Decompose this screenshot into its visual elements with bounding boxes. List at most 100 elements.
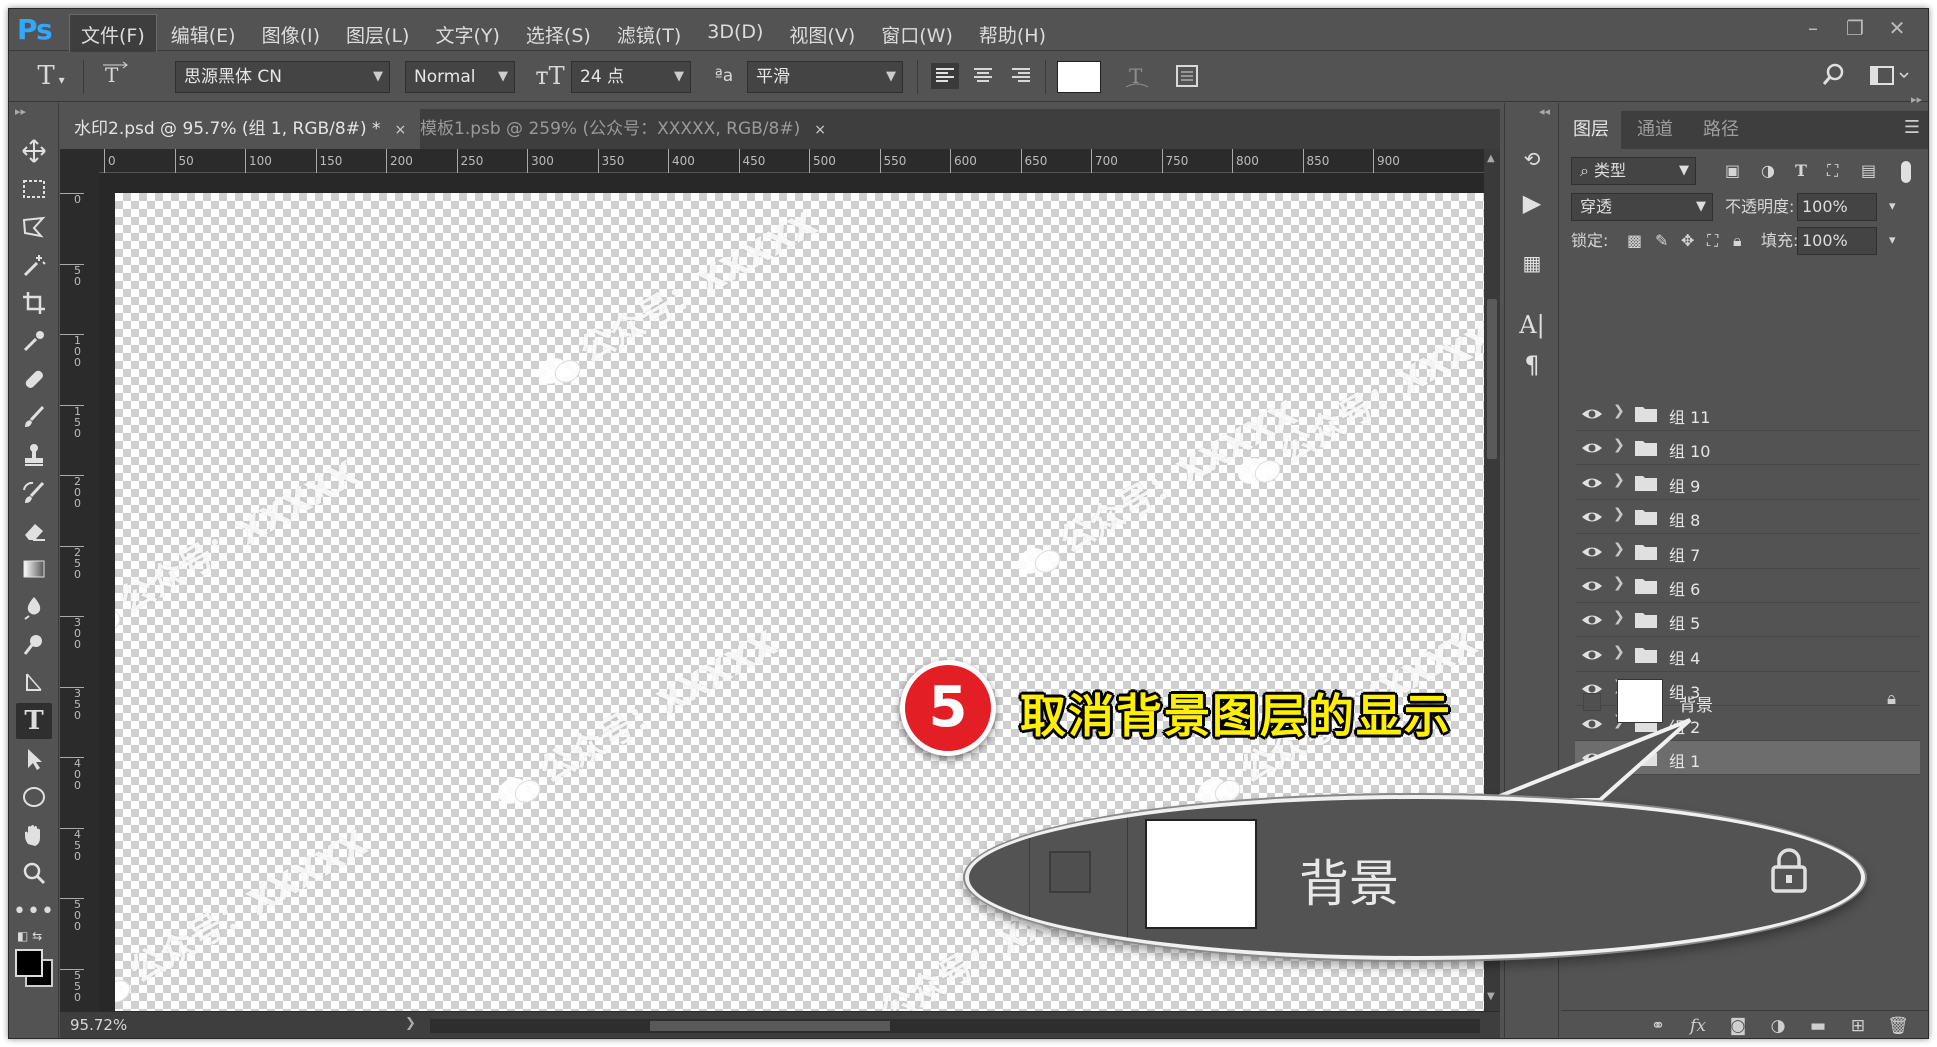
- chevron-right-icon[interactable]: ❯: [1613, 644, 1625, 660]
- eye-icon[interactable]: [1581, 576, 1603, 596]
- marquee-tool[interactable]: [16, 171, 52, 207]
- tab-template-psb[interactable]: 模板1.psb @ 259% (公众号：XXXXX, RGB/8#) ×: [406, 109, 840, 149]
- eye-icon[interactable]: [1581, 542, 1603, 562]
- collapse-icon[interactable]: ▸▸: [15, 105, 26, 118]
- blur-tool[interactable]: [16, 589, 52, 625]
- fill-input[interactable]: 100%: [1797, 227, 1877, 255]
- warp-text-button[interactable]: T: [1119, 61, 1155, 93]
- tab-paths[interactable]: 路径: [1691, 111, 1751, 149]
- chevron-right-icon[interactable]: ❯: [1613, 575, 1625, 591]
- vertical-ruler[interactable]: 0 50 100 150 200 250 300 350 400 450 500 550: [60, 173, 99, 1011]
- stamp-tool[interactable]: [16, 437, 52, 473]
- menu-3d[interactable]: 3D(D): [695, 14, 775, 55]
- filter-toggle-switch[interactable]: [1901, 161, 1911, 183]
- opacity-input[interactable]: 100%: [1797, 193, 1877, 221]
- scroll-up-icon[interactable]: ▲: [1487, 153, 1495, 164]
- expand-icon[interactable]: ◂◂: [1539, 105, 1550, 118]
- move-tool[interactable]: [16, 133, 52, 169]
- search-button[interactable]: [1817, 61, 1851, 93]
- character-panel-button-2[interactable]: A|: [1513, 307, 1551, 343]
- add-mask-icon[interactable]: ◙: [1718, 1016, 1758, 1036]
- horizontal-scroll-thumb[interactable]: [650, 1021, 890, 1031]
- layer-group-row[interactable]: ❯ 组 10: [1575, 431, 1920, 466]
- layer-name[interactable]: 组 5: [1669, 610, 1700, 634]
- menu-file[interactable]: 文件(F): [69, 14, 157, 55]
- eye-icon[interactable]: [1581, 404, 1603, 424]
- horizontal-ruler[interactable]: 0 50 100 150 200 250 300 350 400 450 500 550 600 650 7…: [99, 149, 1484, 173]
- menu-image[interactable]: 图像(I): [250, 14, 332, 55]
- opacity-dropdown-icon[interactable]: ▾: [1889, 193, 1896, 221]
- lock-position-icon[interactable]: ✥: [1681, 227, 1694, 255]
- adjustment-layer-icon[interactable]: ◑: [1758, 1016, 1798, 1036]
- filter-adjust-icon[interactable]: ◑: [1761, 157, 1775, 185]
- align-center-button[interactable]: [969, 61, 997, 93]
- layer-name[interactable]: 组 4: [1669, 645, 1700, 669]
- brush-tool[interactable]: [16, 399, 52, 435]
- menu-select[interactable]: 选择(S): [514, 14, 603, 55]
- layer-group-row[interactable]: ❯ 组 9: [1575, 466, 1920, 500]
- new-group-icon[interactable]: ▬: [1798, 1016, 1838, 1036]
- workspace-button[interactable]: [1865, 61, 1915, 93]
- zoom-level[interactable]: 95.72%: [70, 1016, 127, 1034]
- gradient-tool[interactable]: [16, 551, 52, 587]
- text-color-swatch[interactable]: [1057, 61, 1101, 93]
- path-selection-tool[interactable]: [16, 741, 52, 777]
- layer-name[interactable]: 组 7: [1669, 542, 1700, 566]
- close-tab-icon[interactable]: ×: [395, 122, 407, 138]
- fill-dropdown-icon[interactable]: ▾: [1889, 227, 1896, 255]
- foreground-color-swatch[interactable]: [15, 949, 43, 977]
- chevron-right-icon[interactable]: ❯: [1613, 541, 1625, 557]
- eye-icon[interactable]: [1581, 645, 1603, 665]
- tab-watermark-psd[interactable]: 水印2.psd @ 95.7% (组 1, RGB/8#) * ×: [60, 109, 421, 149]
- orientation-toggle[interactable]: T: [97, 61, 133, 93]
- magic-wand-tool[interactable]: [16, 247, 52, 283]
- filter-pixel-icon[interactable]: ▣: [1725, 157, 1740, 185]
- layer-group-row[interactable]: ❯ 组 5: [1575, 603, 1920, 638]
- minimize-button[interactable]: –: [1792, 13, 1834, 43]
- menu-layer[interactable]: 图层(L): [334, 14, 421, 55]
- chevron-right-icon[interactable]: ❯: [1613, 506, 1625, 522]
- menu-type[interactable]: 文字(Y): [423, 14, 511, 55]
- close-button[interactable]: ✕: [1876, 13, 1918, 43]
- layer-group-row[interactable]: ❯ 组 8: [1575, 500, 1920, 535]
- crop-tool[interactable]: [16, 285, 52, 321]
- trash-icon[interactable]: 🗑︎: [1878, 1016, 1918, 1036]
- tab-channels[interactable]: 通道: [1625, 111, 1685, 149]
- swap-colors-icon[interactable]: ◧ ⇆: [17, 929, 42, 943]
- layer-group-row[interactable]: ❯ 组 7: [1575, 535, 1920, 569]
- type-tool[interactable]: T: [16, 703, 52, 739]
- text-tool-preset[interactable]: T ▾: [31, 61, 71, 93]
- filter-smart-icon[interactable]: ▤: [1861, 157, 1876, 185]
- font-size-select[interactable]: 24 点 ▼: [571, 61, 691, 93]
- menu-view[interactable]: 视图(V): [777, 14, 867, 55]
- eyedropper-tool[interactable]: [16, 323, 52, 359]
- layer-group-row[interactable]: ❯ 组 11: [1575, 397, 1920, 431]
- pen-tool[interactable]: [16, 665, 52, 701]
- properties-panel-button[interactable]: ▦: [1513, 245, 1551, 281]
- close-tab-icon[interactable]: ×: [814, 122, 826, 138]
- more-tools[interactable]: •••: [13, 893, 54, 929]
- layer-group-row[interactable]: ❯ 组 1: [1575, 741, 1920, 775]
- character-panel-button[interactable]: [1169, 61, 1205, 93]
- layer-name[interactable]: 背景: [1679, 691, 1713, 716]
- ruler-origin[interactable]: [60, 149, 99, 173]
- new-layer-icon[interactable]: ⊞: [1838, 1016, 1878, 1036]
- layer-name[interactable]: 组 10: [1669, 438, 1710, 462]
- layer-name[interactable]: 组 6: [1669, 576, 1700, 600]
- filter-kind-select[interactable]: ⌕ 类型 ▼: [1571, 157, 1696, 185]
- restore-button[interactable]: ❐: [1834, 13, 1876, 43]
- align-right-button[interactable]: [1007, 61, 1035, 93]
- font-style-select[interactable]: Normal ▼: [405, 61, 515, 93]
- chevron-right-icon[interactable]: ❯: [1613, 403, 1625, 419]
- visibility-checkbox-empty[interactable]: [1583, 693, 1601, 711]
- status-menu-arrow-icon[interactable]: ❯: [405, 1016, 416, 1031]
- chevron-right-icon[interactable]: ❯: [1613, 437, 1625, 453]
- history-brush-tool[interactable]: [16, 475, 52, 511]
- horizontal-scrollbar[interactable]: [430, 1019, 1480, 1033]
- lock-all-icon[interactable]: 🔒︎: [1733, 227, 1742, 255]
- paragraph-panel-button[interactable]: ¶: [1513, 347, 1551, 383]
- eye-icon[interactable]: [1581, 507, 1603, 527]
- history-panel-button[interactable]: ⟲: [1513, 141, 1551, 177]
- align-left-button[interactable]: [931, 61, 959, 93]
- actions-panel-button[interactable]: ▶: [1513, 185, 1551, 221]
